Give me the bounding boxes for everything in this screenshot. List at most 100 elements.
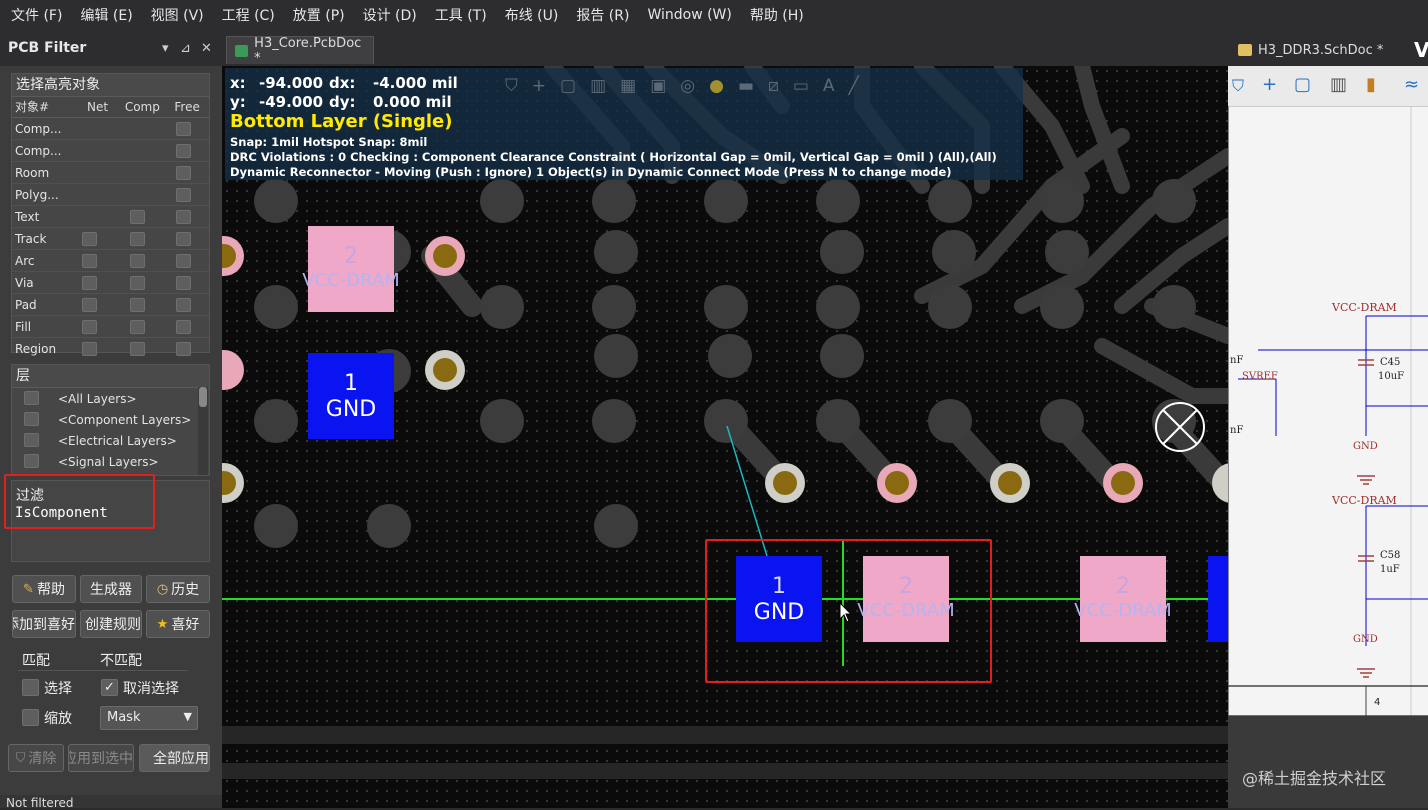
component-icon[interactable]: ▦	[620, 76, 636, 96]
line-icon[interactable]: ⧄	[768, 76, 779, 96]
menu-place[interactable]: 放置 (P)	[293, 5, 345, 25]
object-row-comp1: Comp...	[12, 118, 209, 140]
col-net[interactable]: Net	[76, 97, 120, 117]
menu-help[interactable]: 帮助 (H)	[750, 5, 804, 25]
layer-checkbox[interactable]	[24, 433, 39, 447]
create-rule-button[interactable]: 创建规则	[80, 610, 142, 638]
menu-file[interactable]: 文件 (F)	[11, 5, 62, 25]
free-checkbox[interactable]	[176, 121, 191, 136]
free-checkbox[interactable]	[176, 297, 191, 312]
menu-design[interactable]: 设计 (D)	[363, 5, 417, 25]
net-checkbox[interactable]	[82, 253, 97, 268]
pad-gnd-partial[interactable]	[1208, 556, 1228, 642]
free-checkbox[interactable]	[176, 209, 191, 224]
select-checkbox[interactable]	[22, 679, 39, 696]
net-checkbox[interactable]	[82, 319, 97, 334]
menu-project[interactable]: 工程 (C)	[222, 5, 275, 25]
sch-part-icon[interactable]: ▮	[1366, 74, 1376, 95]
clear-button[interactable]: ⛉ 清除	[8, 744, 64, 772]
comp-checkbox[interactable]	[130, 341, 145, 356]
menu-reports[interactable]: 报告 (R)	[576, 5, 629, 25]
net-checkbox[interactable]	[82, 341, 97, 356]
layers-scrollbar[interactable]	[198, 387, 208, 475]
sch-plus-icon[interactable]: +	[1262, 74, 1277, 95]
apply-button[interactable]: 应用到选中	[68, 744, 134, 772]
net-checkbox[interactable]	[82, 275, 97, 290]
bulb-icon[interactable]: ●	[709, 76, 724, 96]
sch-align-icon[interactable]: ▥	[1330, 74, 1347, 95]
comp-checkbox[interactable]	[130, 319, 145, 334]
free-checkbox[interactable]	[176, 231, 191, 246]
add-favorite-button[interactable]: 添加到喜好	[12, 610, 76, 638]
panel-close-icon[interactable]: ✕	[201, 41, 212, 56]
layer-checkbox[interactable]	[24, 412, 39, 426]
chevron-down-icon: ▼	[183, 710, 192, 723]
select-rect-icon[interactable]: ▢	[560, 76, 576, 96]
favorite-button[interactable]: ★ 喜好	[146, 610, 210, 638]
layer-item-label: <All Layers>	[58, 391, 137, 406]
layer-item-electrical[interactable]: <Electrical Layers>	[12, 430, 209, 451]
pad-icon[interactable]: ▣	[650, 76, 666, 96]
menu-tools[interactable]: 工具 (T)	[435, 5, 487, 25]
object-row-text: Text	[12, 206, 209, 228]
free-checkbox[interactable]	[176, 187, 191, 202]
tab-pcb-doc[interactable]: H3_Core.PcbDoc *	[226, 36, 374, 66]
pad-vcc-right[interactable]: 2 VCC-DRAM	[1074, 556, 1172, 642]
col-object[interactable]: 对象#	[12, 97, 76, 117]
comp-checkbox[interactable]	[130, 275, 145, 290]
free-checkbox[interactable]	[176, 319, 191, 334]
poly-icon[interactable]: ▭	[793, 76, 809, 96]
layers-scroll-thumb[interactable]	[199, 387, 207, 407]
free-checkbox[interactable]	[176, 341, 191, 356]
menu-window[interactable]: Window (W)	[647, 7, 731, 23]
pad-gnd-top[interactable]: 1 GND	[308, 353, 394, 439]
help-button[interactable]: ✎ 帮助	[12, 575, 76, 603]
layer-checkbox[interactable]	[24, 454, 39, 468]
builder-button[interactable]: 生成器	[80, 575, 142, 603]
sch-select-icon[interactable]: ▢	[1294, 74, 1311, 95]
comp-checkbox[interactable]	[130, 231, 145, 246]
free-checkbox[interactable]	[176, 253, 191, 268]
comp-checkbox[interactable]	[130, 209, 145, 224]
pad-vcc-top[interactable]: 2 VCC-DRAM	[302, 226, 400, 312]
text-icon[interactable]: A	[823, 76, 835, 96]
panel-menu-icon[interactable]: ▾	[162, 41, 169, 56]
schematic-pane[interactable]: ⛉ + ▢ ▥ ▮ ≈ VCC-DRAM VCC-DRAM C45 10uF C…	[1228, 66, 1428, 808]
layer-item-signal[interactable]: <Signal Layers>	[12, 451, 209, 472]
sch-filter-icon[interactable]: ⛉	[1232, 76, 1244, 96]
free-checkbox[interactable]	[176, 275, 191, 290]
layer-item-label: <Signal Layers>	[58, 454, 159, 469]
draw-line-icon[interactable]: ╱	[849, 76, 859, 96]
col-comp[interactable]: Comp	[119, 97, 165, 117]
object-row-region: Region	[12, 338, 209, 359]
plus-icon[interactable]: +	[532, 76, 546, 96]
comp-checkbox[interactable]	[130, 253, 145, 268]
object-row-label: Arc	[15, 253, 35, 268]
layer-checkbox[interactable]	[24, 391, 39, 405]
object-row-pad: Pad	[12, 294, 209, 316]
free-checkbox[interactable]	[176, 165, 191, 180]
history-button[interactable]: ◷ 历史	[146, 575, 210, 603]
panel-pin-icon[interactable]: ⊿	[180, 41, 191, 56]
filter-icon[interactable]: ⛉	[505, 76, 518, 96]
zoom-checkbox[interactable]	[22, 709, 39, 726]
menu-edit[interactable]: 编辑 (E)	[80, 5, 132, 25]
layer-item-component[interactable]: <Component Layers>	[12, 409, 209, 430]
menu-route[interactable]: 布线 (U)	[505, 5, 559, 25]
net-checkbox[interactable]	[82, 297, 97, 312]
col-free[interactable]: Free	[165, 97, 209, 117]
tab-sch-doc[interactable]: H3_DDR3.SchDoc *	[1230, 36, 1398, 64]
object-row-label: Pad	[15, 297, 37, 312]
mask-select[interactable]: Mask ▼	[100, 706, 198, 730]
comp-checkbox[interactable]	[130, 297, 145, 312]
apply-all-button[interactable]: 全部应用	[139, 744, 210, 772]
free-checkbox[interactable]	[176, 143, 191, 158]
via-icon[interactable]: ◎	[680, 76, 695, 96]
layer-item-all[interactable]: <All Layers>	[12, 388, 209, 409]
bus-icon[interactable]: ▬	[738, 76, 754, 96]
deselect-checkbox[interactable]: ✓	[101, 679, 118, 696]
sch-bus-icon[interactable]: ≈	[1404, 74, 1419, 95]
align-icon[interactable]: ▥	[590, 76, 606, 96]
net-checkbox[interactable]	[82, 231, 97, 246]
menu-view[interactable]: 视图 (V)	[151, 5, 204, 25]
